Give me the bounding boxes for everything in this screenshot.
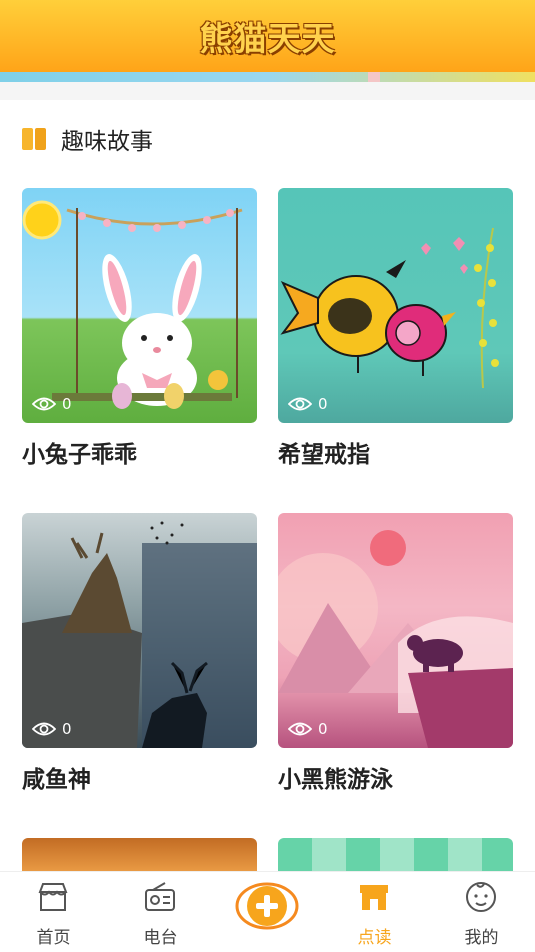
app-header: 熊猫天天 xyxy=(0,0,535,72)
tab-label: 点读 xyxy=(357,928,392,948)
eye-icon xyxy=(32,397,56,411)
tab-label: 我的 xyxy=(464,928,499,948)
story-thumbnail-bear-cliff[interactable]: 0 xyxy=(278,513,513,748)
story-thumbnail-forest-deer[interactable]: 0 xyxy=(22,513,257,748)
story-card[interactable]: 0 小兔子乖乖 xyxy=(22,188,257,469)
tab-label: 电台 xyxy=(143,928,178,948)
eye-icon xyxy=(288,397,312,411)
tab-mine[interactable]: 我的 xyxy=(428,872,535,952)
baby-face-icon xyxy=(466,882,496,912)
view-count: 0 xyxy=(32,720,72,738)
section-header: 趣味故事 xyxy=(22,124,153,155)
view-count-value: 0 xyxy=(318,720,328,738)
story-thumbnail-bunny[interactable]: 0 xyxy=(22,188,257,423)
book-icon xyxy=(22,128,46,150)
story-title[interactable]: 小黑熊游泳 xyxy=(278,760,513,794)
story-title[interactable]: 咸鱼神 xyxy=(22,760,257,794)
section-divider xyxy=(0,82,535,100)
tab-read[interactable]: 点读 xyxy=(321,872,428,952)
view-count-value: 0 xyxy=(318,395,328,413)
bottom-tab-bar: 首页 电台 点读 我的 xyxy=(0,871,535,952)
view-count-value: 0 xyxy=(62,720,72,738)
tab-radio[interactable]: 电台 xyxy=(107,872,214,952)
eye-icon xyxy=(288,722,312,736)
view-count: 0 xyxy=(288,395,328,413)
story-card[interactable]: 0 希望戒指 xyxy=(278,188,513,469)
app-logo-title: 熊猫天天 xyxy=(199,19,336,58)
view-count: 0 xyxy=(32,395,72,413)
tab-center-add[interactable] xyxy=(214,872,321,952)
shop-icon xyxy=(360,885,388,910)
eye-icon xyxy=(32,722,56,736)
story-title[interactable]: 希望戒指 xyxy=(278,435,513,469)
story-title[interactable]: 小兔子乖乖 xyxy=(22,435,257,469)
story-card[interactable]: 0 咸鱼神 xyxy=(22,513,257,794)
view-count: 0 xyxy=(288,720,328,738)
section-title: 趣味故事 xyxy=(61,129,153,155)
tab-label: 首页 xyxy=(36,928,71,948)
storefront-icon xyxy=(38,883,68,911)
radio-icon xyxy=(145,882,175,911)
add-center-icon xyxy=(235,882,299,930)
banner-strip[interactable] xyxy=(0,72,535,82)
tab-home[interactable]: 首页 xyxy=(0,872,107,952)
view-count-value: 0 xyxy=(62,395,72,413)
story-card[interactable]: 0 小黑熊游泳 xyxy=(278,513,513,794)
story-thumbnail-birds[interactable]: 0 xyxy=(278,188,513,423)
